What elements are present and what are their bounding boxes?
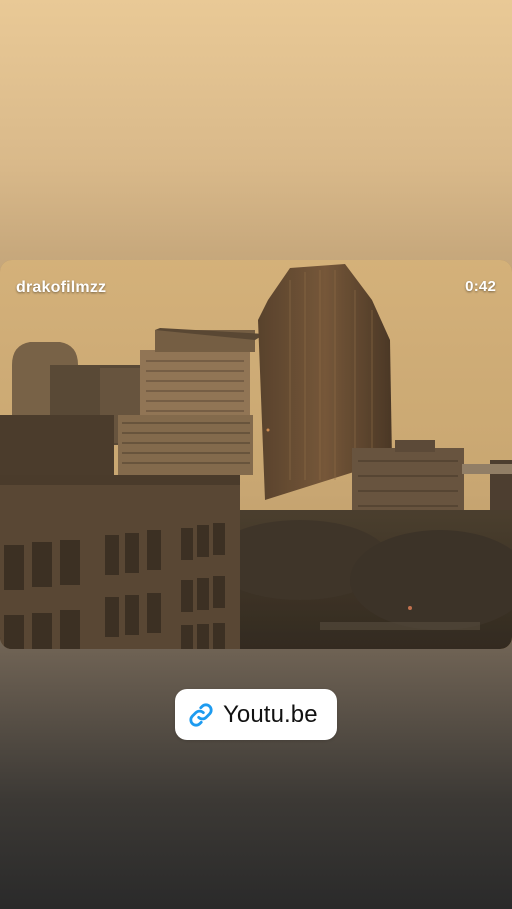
video-thumbnail <box>0 260 512 649</box>
channel-name[interactable]: drakofilmzz <box>16 279 106 297</box>
link-sticker[interactable]: Youtu.be <box>175 689 337 740</box>
link-icon <box>187 701 215 729</box>
video-preview-card[interactable]: drakofilmzz 0:42 <box>0 260 512 649</box>
video-duration: 0:42 <box>465 278 496 295</box>
link-sticker-label: Youtu.be <box>223 700 318 728</box>
